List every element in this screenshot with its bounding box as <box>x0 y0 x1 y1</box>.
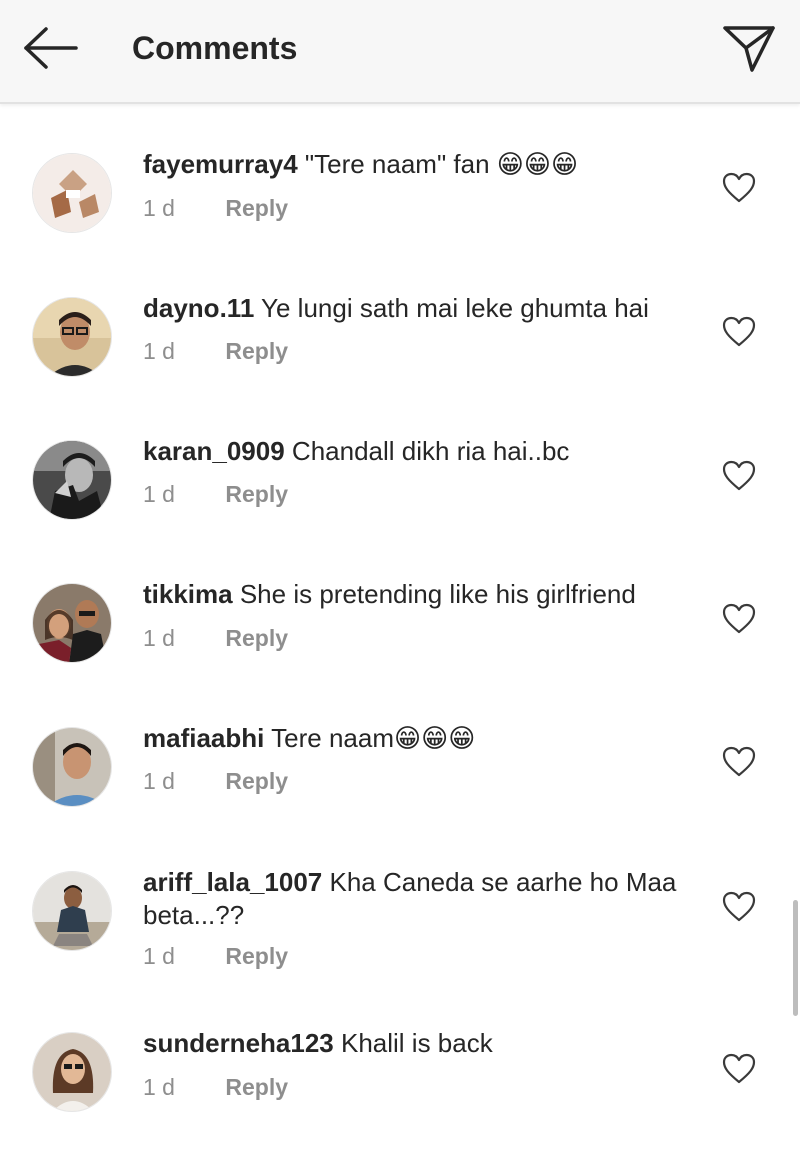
comment-time: 1 d <box>143 481 175 507</box>
reply-button[interactable]: Reply <box>225 1074 288 1100</box>
avatar[interactable] <box>32 1032 112 1112</box>
comment-body: "Tere naam" fan 😁😁😁 <box>304 149 579 179</box>
comment-meta: 1 d Reply <box>143 942 288 970</box>
comment-body: She is pretending like his girlfriend <box>239 579 636 609</box>
heart-icon[interactable] <box>722 460 756 492</box>
comment-body: Khalil is back <box>340 1028 493 1058</box>
comment-time: 1 d <box>143 625 175 651</box>
heart-icon[interactable] <box>722 316 756 348</box>
comment-text: dayno.11 Ye lungi sath mai leke ghumta h… <box>143 292 703 325</box>
avatar[interactable] <box>32 440 112 520</box>
comment-username[interactable]: sunderneha123 <box>143 1028 334 1058</box>
arrow-left-icon <box>24 27 78 69</box>
comment-username[interactable]: mafiaabhi <box>143 723 264 753</box>
comment-time: 1 d <box>143 768 175 794</box>
comment-time: 1 d <box>143 195 175 221</box>
comment-time: 1 d <box>143 338 175 364</box>
reply-button[interactable]: Reply <box>225 768 288 794</box>
top-bar: Comments <box>0 0 800 104</box>
avatar[interactable] <box>32 583 112 663</box>
heart-icon[interactable] <box>722 891 756 923</box>
comment-meta: 1 d Reply <box>143 624 288 652</box>
avatar[interactable] <box>32 297 112 377</box>
scrollbar[interactable] <box>793 900 798 1016</box>
comment-body: Chandall dikh ria hai..bc <box>291 436 570 466</box>
comment-username[interactable]: karan_0909 <box>143 436 285 466</box>
comment-body: Tere naam😁😁😁 <box>271 723 476 753</box>
comment-text: tikkima She is pretending like his girlf… <box>143 578 703 611</box>
back-button[interactable] <box>18 22 82 74</box>
heart-icon[interactable] <box>722 172 756 204</box>
avatar[interactable] <box>32 153 112 233</box>
comment-username[interactable]: fayemurray4 <box>143 149 298 179</box>
heart-icon[interactable] <box>722 746 756 778</box>
comment-text: ariff_lala_1007 Kha Caneda se aarhe ho M… <box>143 866 703 932</box>
page-title: Comments <box>132 30 298 66</box>
reply-button[interactable]: Reply <box>225 625 288 651</box>
comment-meta: 1 d Reply <box>143 1073 288 1101</box>
reply-button[interactable]: Reply <box>225 943 288 969</box>
comment-body: Ye lungi sath mai leke ghumta hai <box>261 293 649 323</box>
comment-time: 1 d <box>143 943 175 969</box>
avatar[interactable] <box>32 727 112 807</box>
comment-text: mafiaabhi Tere naam😁😁😁 <box>143 722 703 755</box>
comment-username[interactable]: ariff_lala_1007 <box>143 867 322 897</box>
comment-meta: 1 d Reply <box>143 767 288 795</box>
reply-button[interactable]: Reply <box>225 338 288 364</box>
comment-time: 1 d <box>143 1074 175 1100</box>
avatar[interactable] <box>32 871 112 951</box>
comment-meta: 1 d Reply <box>143 194 288 222</box>
comment-text: sunderneha123 Khalil is back <box>143 1027 703 1060</box>
paper-plane-icon <box>723 26 775 72</box>
share-button[interactable] <box>718 20 780 76</box>
comment-username[interactable]: dayno.11 <box>143 293 254 323</box>
comment-text: fayemurray4 "Tere naam" fan 😁😁😁 <box>143 148 703 181</box>
heart-icon[interactable] <box>722 603 756 635</box>
heart-icon[interactable] <box>722 1053 756 1085</box>
reply-button[interactable]: Reply <box>225 481 288 507</box>
comment-meta: 1 d Reply <box>143 337 288 365</box>
comment-text: karan_0909 Chandall dikh ria hai..bc <box>143 435 703 468</box>
comment-username[interactable]: tikkima <box>143 579 233 609</box>
comment-meta: 1 d Reply <box>143 480 288 508</box>
reply-button[interactable]: Reply <box>225 195 288 221</box>
